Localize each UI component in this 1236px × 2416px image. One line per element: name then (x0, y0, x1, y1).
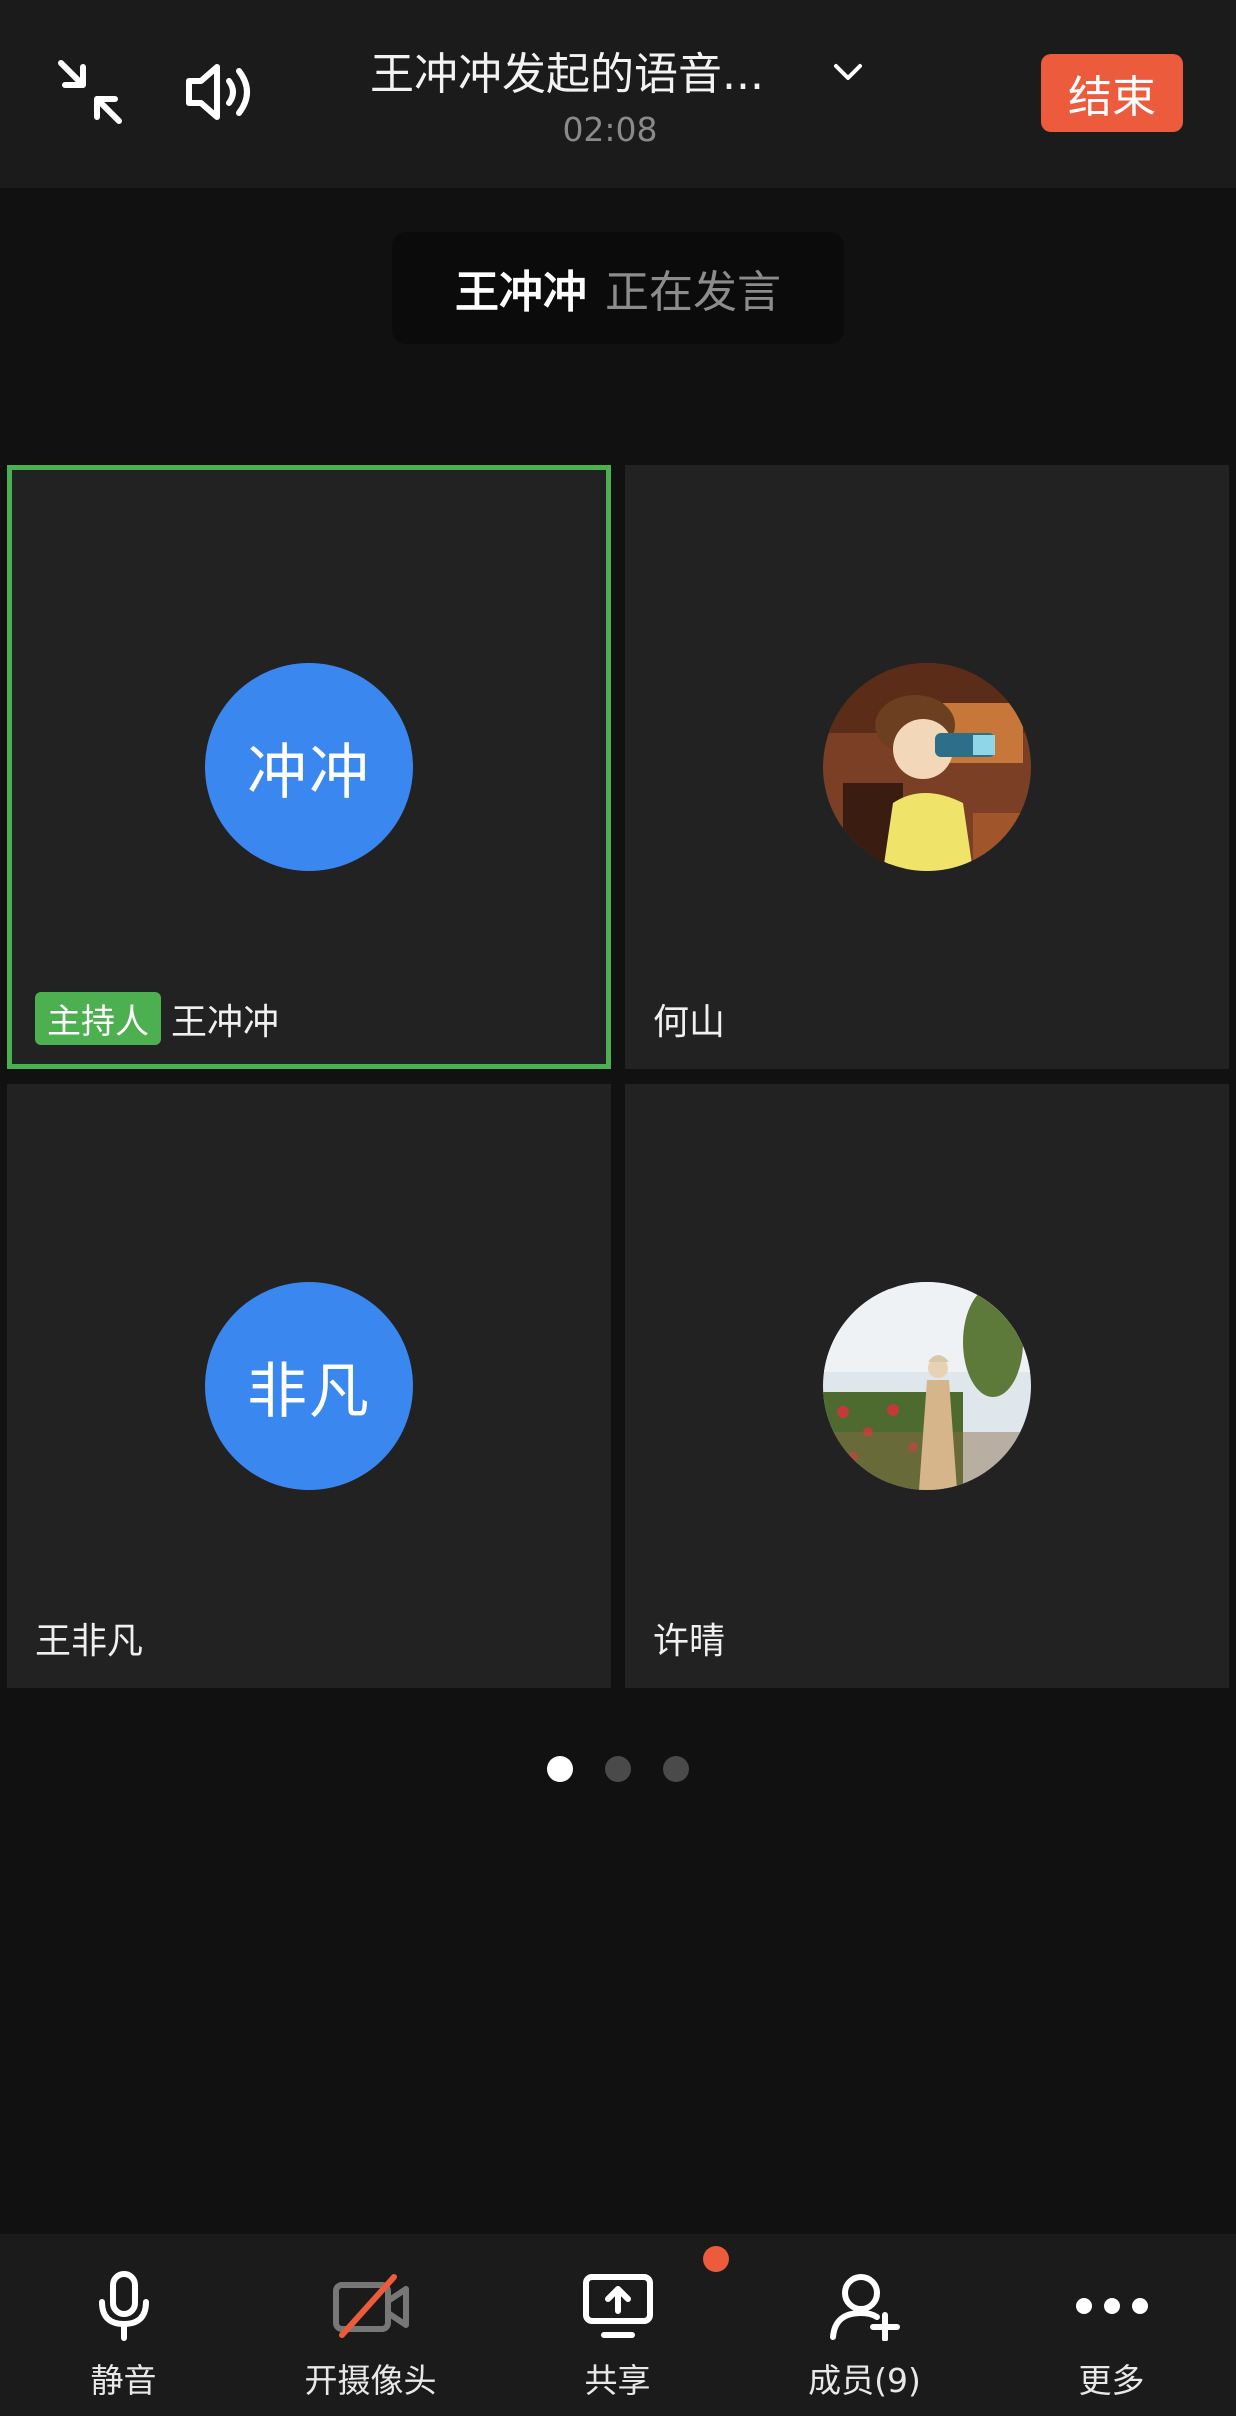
share-label: 共享 (584, 2361, 651, 2400)
participant-tile[interactable]: 许晴 (625, 1084, 1229, 1688)
cartoon-avatar (823, 663, 1031, 871)
notification-dot (703, 2246, 729, 2272)
page-dot[interactable] (547, 1756, 573, 1782)
call-title: 王冲冲发起的语音... (370, 49, 764, 100)
camera-off-icon (328, 2266, 414, 2346)
camera-button[interactable]: 开摄像头 (247, 2234, 494, 2416)
participant-name: 许晴 (653, 1621, 726, 1662)
participant-name: 王非凡 (35, 1621, 144, 1662)
participant-label: 何山 (653, 993, 725, 1045)
mute-label: 静音 (90, 2361, 157, 2400)
host-badge: 主持人 (35, 992, 161, 1045)
speaker-name: 王冲冲 (455, 267, 587, 318)
more-button[interactable]: 更多 (988, 2234, 1235, 2416)
members-button[interactable]: 成员(9) (741, 2234, 988, 2416)
camera-label: 开摄像头 (304, 2361, 437, 2400)
call-title-area[interactable]: 王冲冲发起的语音... 02:08 (340, 38, 880, 158)
participant-label: 许晴 (653, 1612, 725, 1664)
members-label: 成员(9) (808, 2361, 921, 2400)
participant-tile[interactable]: 何山 (625, 465, 1229, 1069)
mute-button[interactable]: 静音 (0, 2234, 247, 2416)
avatar: 冲冲 (205, 663, 413, 871)
more-icon (1069, 2266, 1155, 2346)
speaking-indicator: 王冲冲 正在发言 (392, 232, 844, 344)
chevron-down-icon[interactable] (828, 52, 868, 92)
speaking-status: 正在发言 (605, 267, 781, 318)
end-call-button[interactable]: 结束 (1041, 54, 1183, 132)
speaker-icon[interactable] (176, 52, 266, 132)
page-dot[interactable] (663, 1756, 689, 1782)
top-bar: 王冲冲发起的语音... 02:08 结束 (0, 0, 1236, 188)
more-label: 更多 (1078, 2361, 1145, 2400)
bottom-toolbar: 静音 开摄像头 共享 成员(9) 更多 (0, 2234, 1236, 2416)
participant-label: 王非凡 (35, 1612, 143, 1664)
participant-tile[interactable]: 冲冲 主持人 王冲冲 (7, 465, 611, 1069)
add-member-icon (822, 2266, 908, 2346)
page-indicator (0, 1756, 1236, 1782)
participant-name: 王冲冲 (171, 1001, 280, 1043)
photo-avatar (823, 1282, 1031, 1490)
collapse-icon[interactable] (50, 52, 130, 132)
page-dot[interactable] (605, 1756, 631, 1782)
avatar: 非凡 (205, 1282, 413, 1490)
microphone-icon (81, 2266, 167, 2346)
participant-tile[interactable]: 非凡 王非凡 (7, 1084, 611, 1688)
call-timer: 02:08 (562, 110, 658, 149)
participant-name: 何山 (653, 1002, 726, 1043)
screen-share-icon (575, 2266, 661, 2346)
participant-label: 主持人 王冲冲 (35, 992, 279, 1045)
